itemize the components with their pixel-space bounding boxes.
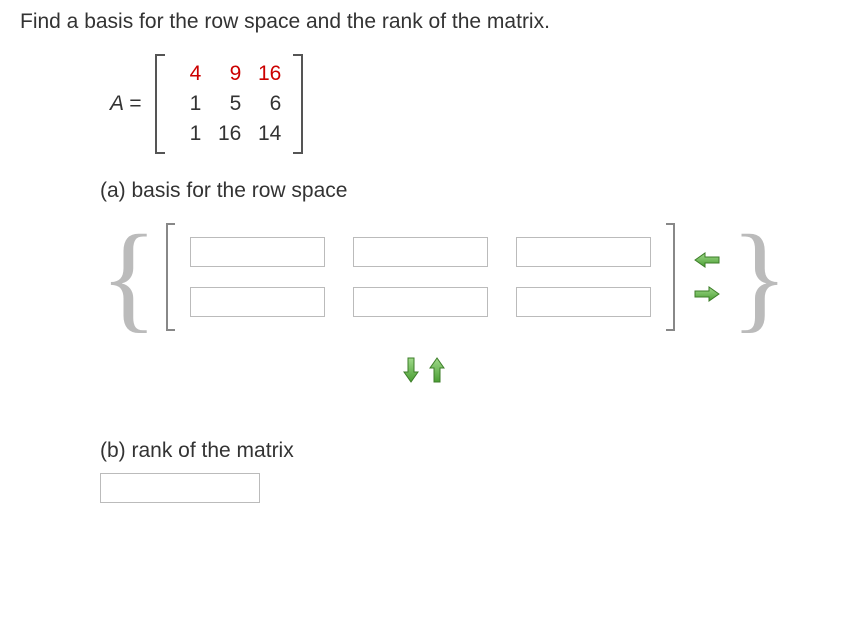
basis-input-r0c2[interactable] — [516, 237, 651, 267]
arrow-left-icon[interactable] — [693, 250, 721, 270]
curly-brace-left-icon: { — [100, 226, 158, 328]
matrix-cell: 16 — [257, 62, 281, 86]
matrix-label: A = — [110, 92, 141, 116]
basis-input-r0c1[interactable] — [353, 237, 488, 267]
row-nav-arrows — [20, 356, 828, 384]
bracket-right-icon — [291, 54, 305, 154]
matrix-cell: 16 — [217, 122, 241, 146]
basis-input-r1c2[interactable] — [516, 287, 651, 317]
column-nav-arrows — [693, 250, 721, 304]
basis-entry-area: { } — [100, 223, 828, 331]
matrix-cell: 5 — [217, 92, 241, 116]
arrow-down-icon[interactable] — [401, 356, 421, 384]
question-text: Find a basis for the row space and the r… — [20, 10, 828, 34]
basis-input-r0c0[interactable] — [190, 237, 325, 267]
matrix-cell: 14 — [257, 122, 281, 146]
part-b-label: (b) rank of the matrix — [100, 439, 828, 463]
rank-input[interactable] — [100, 473, 260, 503]
entry-grid — [176, 227, 665, 327]
bracket-left-icon — [153, 54, 167, 154]
matrix-content: 4 9 16 1 5 6 1 16 14 — [167, 56, 291, 152]
curly-brace-right-icon: } — [731, 226, 789, 328]
basis-input-r1c0[interactable] — [190, 287, 325, 317]
matrix-cell: 9 — [217, 62, 241, 86]
matrix-cell: 1 — [177, 92, 201, 116]
matrix-bracket-group: 4 9 16 1 5 6 1 16 14 — [153, 54, 305, 154]
entry-bracket-right-icon — [665, 223, 677, 331]
matrix-cell: 4 — [177, 62, 201, 86]
part-a-label: (a) basis for the row space — [100, 179, 828, 203]
entry-bracket-left-icon — [164, 223, 176, 331]
matrix-cell: 6 — [257, 92, 281, 116]
basis-entry-matrix — [164, 223, 677, 331]
rank-input-wrapper — [100, 473, 828, 503]
basis-input-r1c1[interactable] — [353, 287, 488, 317]
arrow-right-icon[interactable] — [693, 284, 721, 304]
matrix-cell: 1 — [177, 122, 201, 146]
arrow-up-icon[interactable] — [427, 356, 447, 384]
matrix-definition: A = 4 9 16 1 5 6 1 16 14 — [110, 54, 828, 154]
